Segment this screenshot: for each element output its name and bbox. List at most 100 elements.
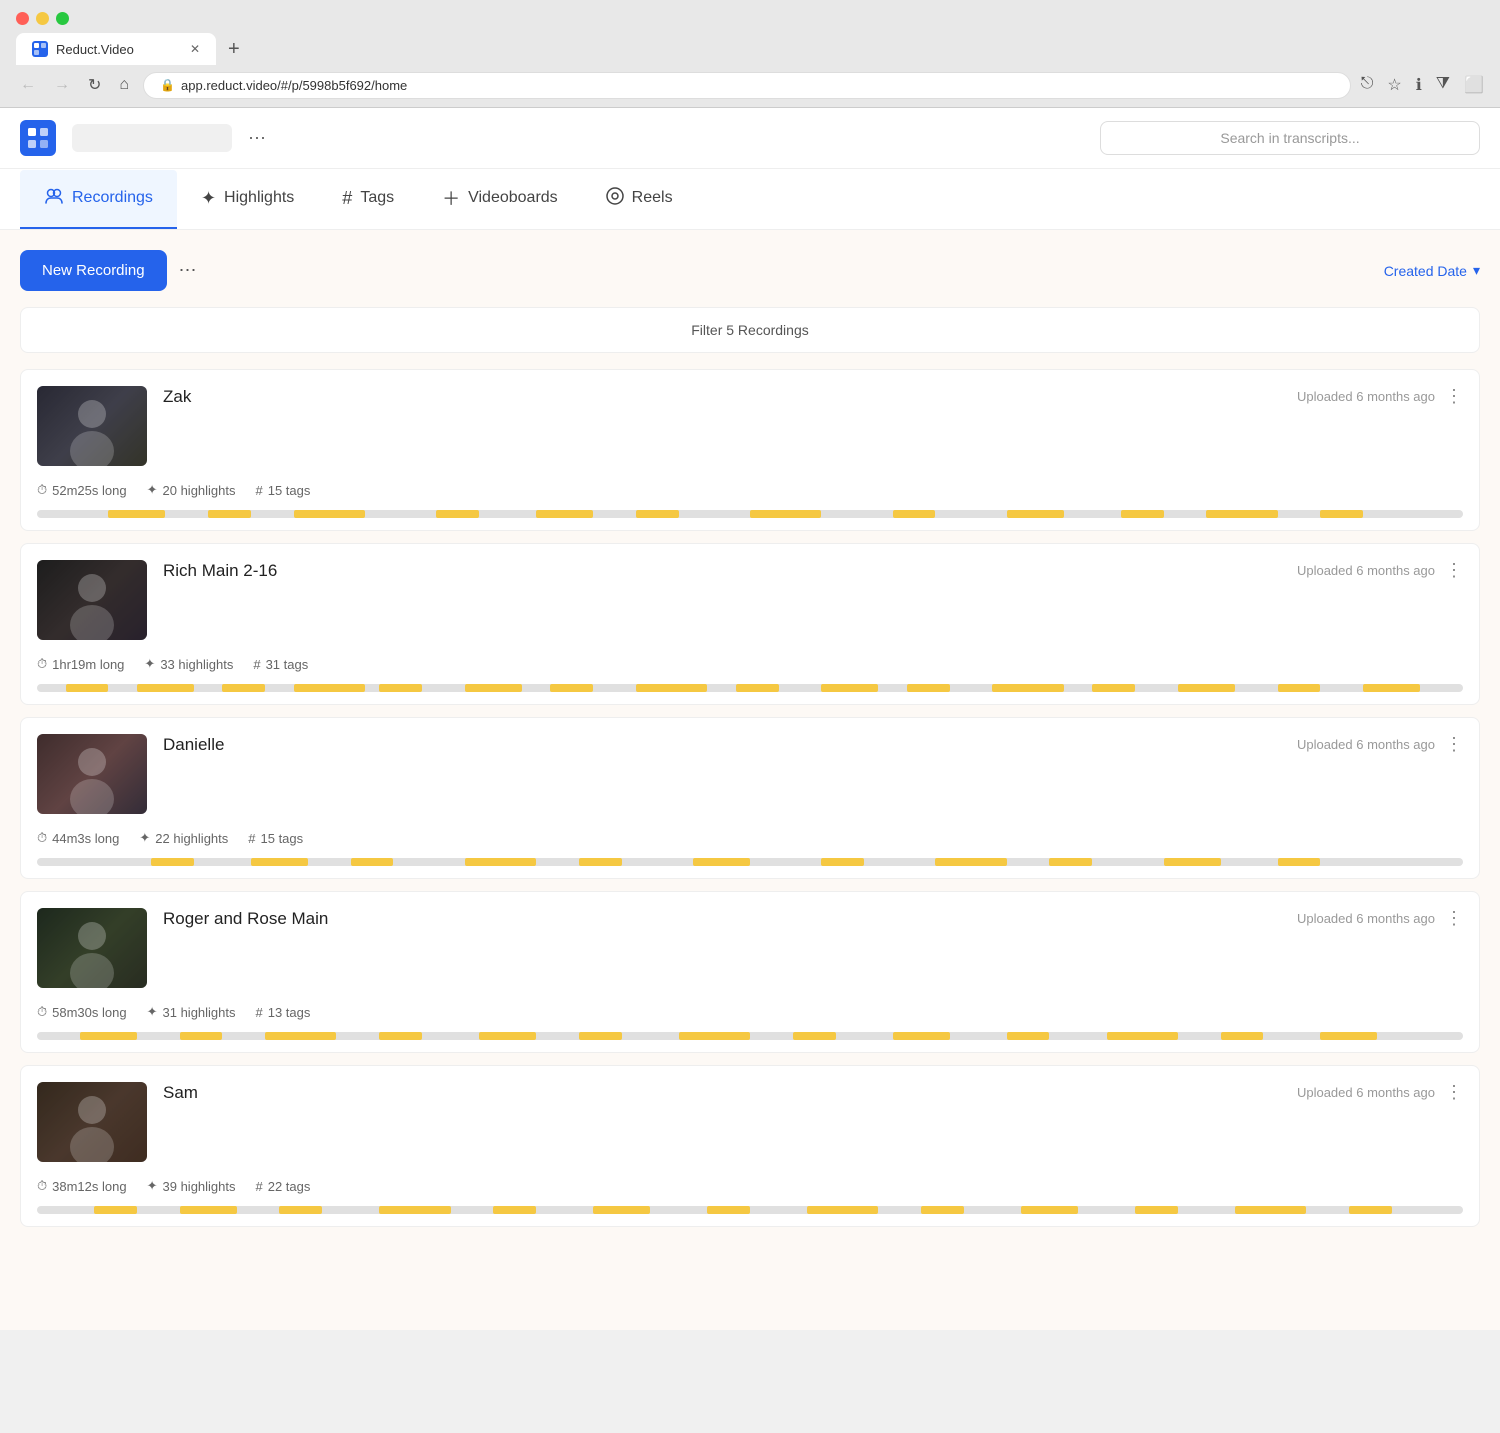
stat-duration: ⏱ 38m12s long	[37, 1178, 127, 1194]
app-header: ⋯ Search in transcripts...	[0, 108, 1500, 169]
bookmark-icon[interactable]: ☆	[1387, 75, 1401, 95]
timeline-segment	[1107, 1032, 1178, 1040]
forward-button[interactable]: →	[50, 72, 74, 98]
close-button[interactable]	[16, 12, 29, 25]
timeline-segment	[222, 684, 265, 692]
stat-tags: # 22 tags	[256, 1179, 311, 1194]
timeline-segment	[1178, 684, 1235, 692]
recording-item-rich[interactable]: Rich Main 2-16 Uploaded 6 months ago ⋮ ⏱…	[20, 543, 1480, 705]
highlight-stat-icon: ✦	[144, 656, 155, 672]
timeline-segment	[1278, 858, 1321, 866]
highlights-text: 39 highlights	[163, 1179, 236, 1194]
recording-title-row: Rich Main 2-16 Uploaded 6 months ago ⋮	[163, 560, 1463, 581]
recording-item-sam[interactable]: Sam Uploaded 6 months ago ⋮ ⏱ 38m12s lon…	[20, 1065, 1480, 1227]
recording-more-button[interactable]: ⋮	[1445, 908, 1463, 929]
recording-stats: ⏱ 52m25s long ✦ 20 highlights # 15 tags	[21, 474, 1479, 506]
recording-item-danielle[interactable]: Danielle Uploaded 6 months ago ⋮ ⏱ 44m3s…	[20, 717, 1480, 879]
recording-title-row: Roger and Rose Main Uploaded 6 months ag…	[163, 908, 1463, 929]
timeline-segment	[1349, 1206, 1392, 1214]
reels-icon	[606, 187, 624, 210]
search-bar[interactable]: Search in transcripts...	[1100, 121, 1480, 155]
tab-highlights-label: Highlights	[224, 189, 294, 207]
home-button[interactable]: ⌂	[115, 72, 133, 98]
recording-meta-row: Uploaded 6 months ago ⋮	[1297, 908, 1463, 929]
stat-tags: # 15 tags	[256, 483, 311, 498]
duration-text: 58m30s long	[52, 1005, 126, 1020]
recording-item-roger[interactable]: Roger and Rose Main Uploaded 6 months ag…	[20, 891, 1480, 1053]
tab-recordings[interactable]: Recordings	[20, 170, 177, 229]
nav-tabs: Recordings ✦ Highlights # Tags ＋ Videobo…	[0, 169, 1500, 230]
tags-text: 22 tags	[268, 1179, 311, 1194]
timeline-segment	[593, 1206, 650, 1214]
new-recording-button[interactable]: New Recording	[20, 250, 167, 291]
tab-close-icon[interactable]: ✕	[190, 42, 200, 56]
reload-button[interactable]: ↻	[84, 71, 105, 99]
highlight-stat-icon: ✦	[147, 482, 158, 498]
tab-highlights[interactable]: ✦ Highlights	[177, 172, 318, 227]
timeline-segment	[893, 510, 936, 518]
traffic-lights	[16, 12, 69, 25]
address-bar[interactable]: 🔒 app.reduct.video/#/p/5998b5f692/home	[143, 72, 1351, 99]
timeline-segment	[251, 858, 308, 866]
header-more-button[interactable]: ⋯	[248, 128, 266, 149]
timeline-segment	[479, 1032, 536, 1040]
url-text: app.reduct.video/#/p/5998b5f692/home	[181, 78, 407, 93]
info-icon[interactable]: ℹ	[1416, 75, 1422, 95]
recording-item-zak[interactable]: Zak Uploaded 6 months ago ⋮ ⏱ 52m25s lon…	[20, 369, 1480, 531]
recording-thumbnail	[37, 908, 147, 988]
clock-icon: ⏱	[37, 1004, 47, 1020]
recording-meta-row: Uploaded 6 months ago ⋮	[1297, 560, 1463, 581]
recording-uploaded: Uploaded 6 months ago	[1297, 563, 1435, 578]
tab-videoboards[interactable]: ＋ Videoboards	[418, 169, 582, 229]
tab-bar: Reduct.Video ✕ +	[0, 33, 1500, 65]
timeline-segment	[579, 858, 622, 866]
share-icon[interactable]: ⎋	[1361, 75, 1374, 95]
recording-more-button[interactable]: ⋮	[1445, 734, 1463, 755]
back-button[interactable]: ←	[16, 72, 40, 98]
timeline-segment	[679, 1032, 750, 1040]
tab-tags[interactable]: # Tags	[318, 172, 418, 227]
minimize-button[interactable]	[36, 12, 49, 25]
tags-stat-icon: #	[253, 657, 260, 672]
videoboards-icon: ＋	[442, 185, 460, 211]
timeline-segment	[108, 510, 165, 518]
timeline-track	[37, 858, 1463, 866]
recording-more-button[interactable]: ⋮	[1445, 560, 1463, 581]
active-tab[interactable]: Reduct.Video ✕	[16, 33, 216, 65]
timeline-segment	[992, 684, 1063, 692]
maximize-button[interactable]	[56, 12, 69, 25]
timeline-segment	[636, 510, 679, 518]
timeline-segment	[66, 684, 109, 692]
highlights-text: 22 highlights	[155, 831, 228, 846]
toolbar-more-button[interactable]: ⋯	[179, 260, 197, 281]
recording-info: Zak Uploaded 6 months ago ⋮	[163, 386, 1463, 407]
tags-stat-icon: #	[256, 1005, 263, 1020]
stat-duration: ⏱ 58m30s long	[37, 1004, 127, 1020]
window-icon[interactable]: ⬜	[1464, 75, 1484, 95]
recording-main: Rich Main 2-16 Uploaded 6 months ago ⋮	[21, 544, 1479, 648]
recording-more-button[interactable]: ⋮	[1445, 386, 1463, 407]
toolbar-row: New Recording ⋯ Created Date ▾	[20, 250, 1480, 291]
recording-more-button[interactable]: ⋮	[1445, 1082, 1463, 1103]
tab-reels[interactable]: Reels	[582, 171, 697, 228]
timeline-segment	[265, 1032, 336, 1040]
timeline-segment	[294, 684, 365, 692]
recording-title: Roger and Rose Main	[163, 909, 328, 929]
timeline-segment	[294, 510, 365, 518]
timeline-segment	[1049, 858, 1092, 866]
filter-bar[interactable]: Filter 5 Recordings	[20, 307, 1480, 353]
extensions-icon[interactable]: ⧩	[1436, 75, 1450, 95]
recording-main: Roger and Rose Main Uploaded 6 months ag…	[21, 892, 1479, 996]
recording-main: Sam Uploaded 6 months ago ⋮	[21, 1066, 1479, 1170]
stat-highlights: ✦ 31 highlights	[147, 1004, 236, 1020]
timeline-segment	[1221, 1032, 1264, 1040]
tags-text: 13 tags	[268, 1005, 311, 1020]
recording-info: Rich Main 2-16 Uploaded 6 months ago ⋮	[163, 560, 1463, 581]
sort-control[interactable]: Created Date ▾	[1384, 262, 1480, 279]
timeline-bar	[21, 854, 1479, 878]
stat-highlights: ✦ 22 highlights	[139, 830, 228, 846]
recording-thumbnail	[37, 386, 147, 466]
recording-uploaded: Uploaded 6 months ago	[1297, 737, 1435, 752]
timeline-segment	[379, 1206, 450, 1214]
new-tab-button[interactable]: +	[220, 34, 248, 65]
